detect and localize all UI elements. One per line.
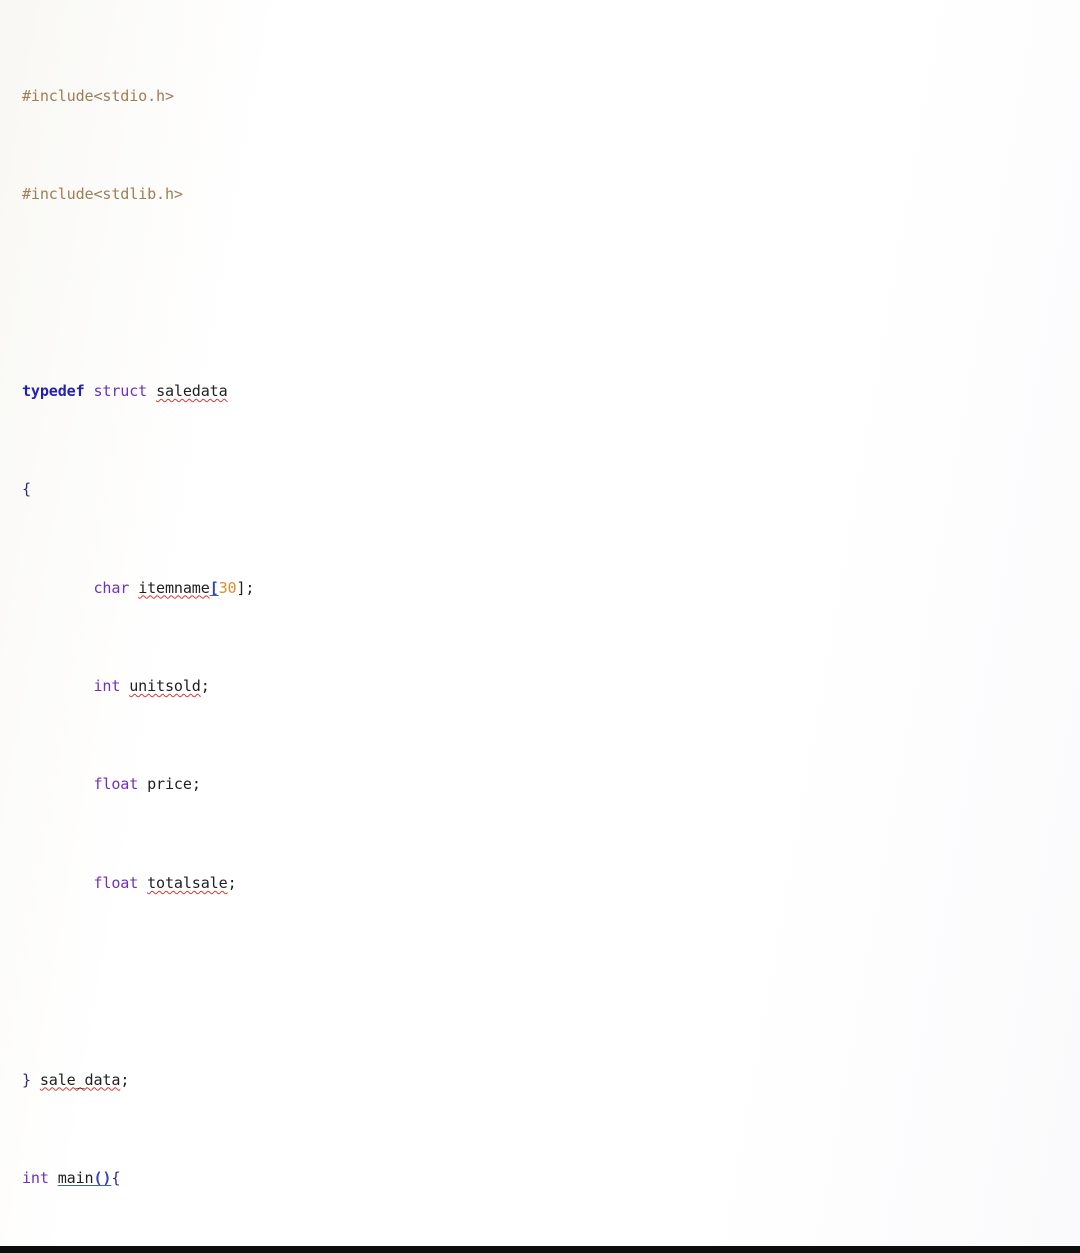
semicolon: ;: [120, 1070, 130, 1089]
bracket-close-semicolon: ];: [236, 578, 255, 597]
field-price: price: [147, 775, 192, 794]
code-line: int main(){: [22, 1166, 1080, 1191]
keyword-int: int: [22, 1168, 49, 1187]
keyword-char: char: [93, 578, 130, 597]
code-line: #include<stdio.h>: [22, 84, 1080, 109]
field-unitsold: unitsold: [129, 677, 201, 696]
code-line: {: [22, 477, 1080, 502]
code-line: int unitsold;: [22, 674, 1080, 699]
keyword-int: int: [93, 677, 121, 696]
brace-close-struct: }: [22, 1070, 31, 1089]
field-totalsale: totalsale: [147, 873, 228, 892]
bottom-black-bar: [0, 1246, 1080, 1253]
code-listing: #include<stdio.h> #include<stdlib.h> typ…: [22, 10, 1080, 1253]
paren-main: (): [93, 1168, 112, 1187]
code-line: typedef struct saledata: [22, 379, 1080, 404]
code-line: } sale_data;: [22, 1068, 1080, 1093]
keyword-float: float: [93, 775, 139, 794]
number-30: 30: [218, 578, 237, 597]
semicolon: ;: [227, 873, 237, 892]
keyword-typedef: typedef: [22, 381, 85, 400]
brace-open-struct: {: [22, 480, 31, 499]
bracket-open: [: [209, 578, 219, 597]
brace-open-main: {: [111, 1168, 121, 1187]
identifier-saledata: saledata: [156, 381, 228, 400]
code-screenshot-page: #include<stdio.h> #include<stdlib.h> typ…: [0, 0, 1080, 1253]
field-itemname: itemname: [138, 578, 210, 597]
semicolon: ;: [200, 677, 210, 696]
preprocessor-include-stdio: #include<stdio.h>: [22, 86, 174, 105]
code-line: float price;: [22, 772, 1080, 797]
code-line: float totalsale;: [22, 871, 1080, 896]
function-main: main: [57, 1168, 94, 1187]
semicolon: ;: [191, 775, 201, 794]
code-line: #include<stdlib.h>: [22, 182, 1080, 207]
keyword-struct: struct: [93, 381, 148, 400]
code-line: char itemname[30];: [22, 576, 1080, 601]
typedef-name-sale-data: sale_data: [39, 1070, 121, 1089]
preprocessor-include-stdlib: #include<stdlib.h>: [22, 185, 183, 204]
keyword-float: float: [93, 873, 139, 892]
